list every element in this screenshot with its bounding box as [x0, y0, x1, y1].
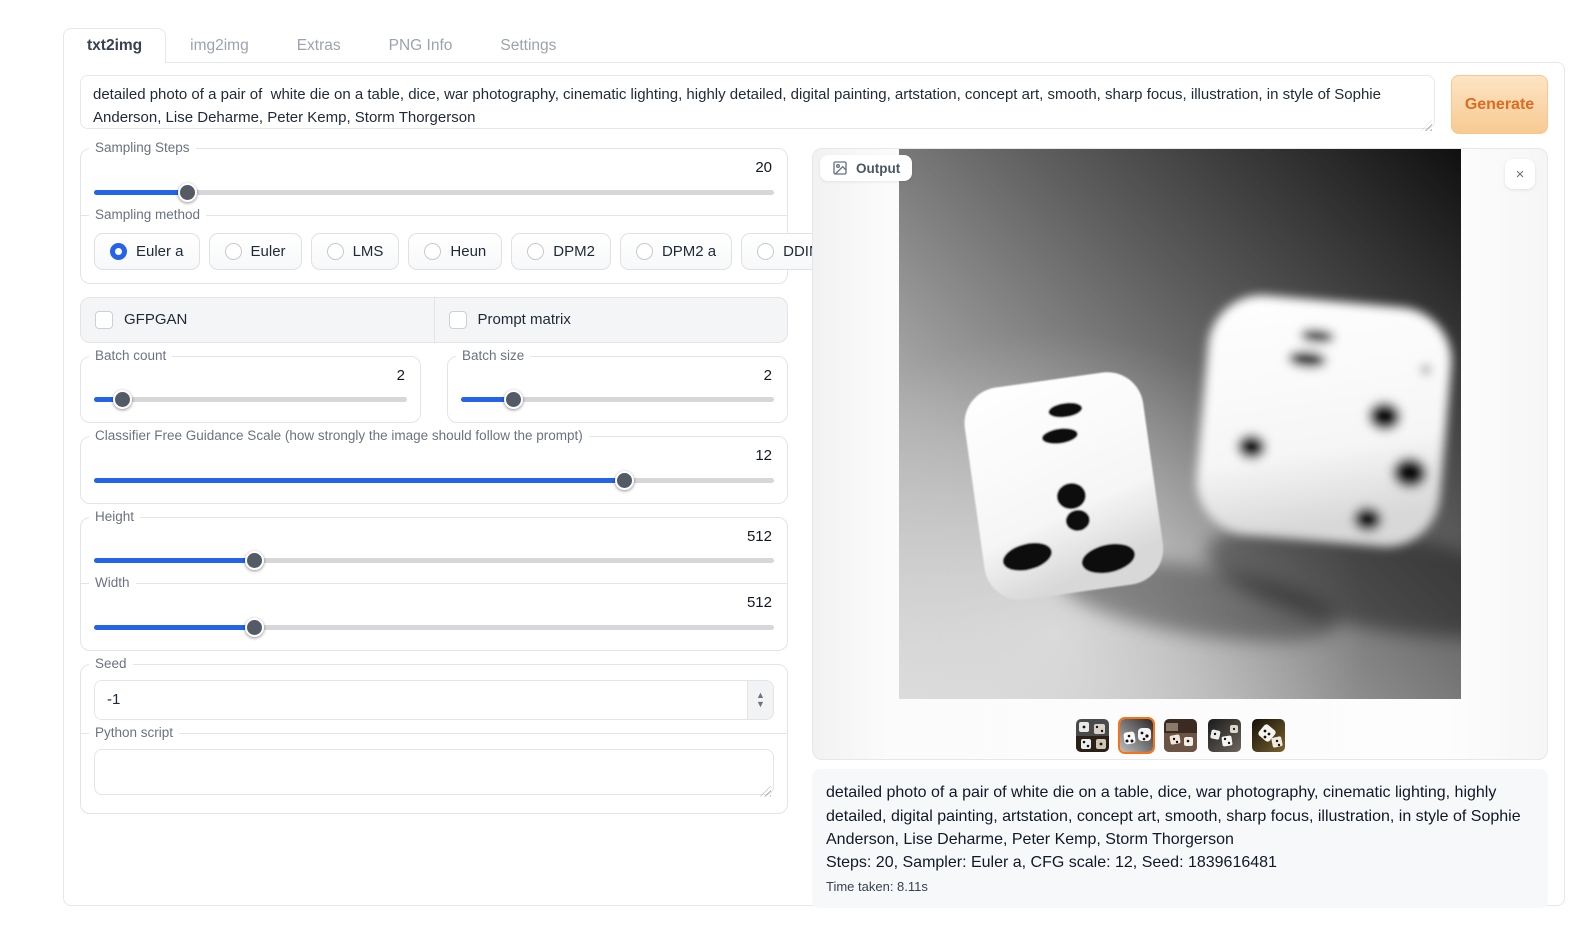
slider-knob[interactable]	[113, 390, 132, 409]
prompt-row: Generate	[80, 75, 1548, 134]
batch-size-value: 2	[461, 368, 772, 385]
app-window: txt2img img2img Extras PNG Info Settings…	[63, 25, 1565, 906]
seed-control: Seed ▲ ▼	[80, 664, 788, 734]
tab-txt2img[interactable]: txt2img	[63, 28, 166, 63]
radio-dpm2[interactable]: DPM2	[511, 233, 611, 270]
slider-knob[interactable]	[245, 618, 264, 637]
gfpgan-checkbox[interactable]: GFPGAN	[81, 298, 434, 342]
batch-count-control: Batch count 2	[80, 356, 421, 424]
output-prompt-text: detailed photo of a pair of white die on…	[826, 781, 1534, 852]
stepper-down-icon[interactable]: ▼	[756, 700, 765, 708]
slider-knob[interactable]	[615, 471, 634, 490]
tab-bar: txt2img img2img Extras PNG Info Settings	[63, 25, 1565, 62]
output-column: Output ×	[812, 148, 1548, 908]
output-panel-label: Output	[820, 155, 912, 181]
prompt-matrix-checkbox[interactable]: Prompt matrix	[434, 298, 788, 342]
width-slider[interactable]	[94, 618, 774, 637]
sampling-steps-control: Sampling Steps 20	[80, 148, 788, 216]
radio-euler[interactable]: Euler	[209, 233, 302, 270]
tab-img2img[interactable]: img2img	[166, 28, 273, 63]
radio-icon	[757, 243, 774, 260]
seed-label: Seed	[89, 656, 133, 671]
close-icon[interactable]: ×	[1505, 159, 1535, 189]
radio-icon	[424, 243, 441, 260]
prompt-matrix-label: Prompt matrix	[478, 311, 571, 328]
radio-label: Heun	[450, 243, 486, 260]
radio-label: LMS	[353, 243, 384, 260]
radio-icon	[527, 243, 544, 260]
sampling-steps-value: 20	[94, 160, 772, 177]
tab-extras[interactable]: Extras	[273, 28, 365, 63]
batch-size-slider[interactable]	[461, 390, 774, 409]
radio-label: DPM2	[553, 243, 595, 260]
radio-label: DPM2 a	[662, 243, 716, 260]
batch-count-slider[interactable]	[94, 390, 407, 409]
python-script-control: Python script	[80, 733, 788, 814]
output-params-text: Steps: 20, Sampler: Euler a, CFG scale: …	[826, 854, 1534, 872]
seed-stepper[interactable]: ▲ ▼	[747, 681, 773, 719]
batch-size-control: Batch size 2	[447, 356, 788, 424]
python-script-label: Python script	[89, 725, 179, 740]
slider-knob[interactable]	[178, 183, 197, 202]
sampling-steps-slider[interactable]	[94, 183, 774, 202]
radio-icon	[110, 243, 127, 260]
slider-knob[interactable]	[245, 551, 264, 570]
output-gallery: Output ×	[812, 148, 1548, 760]
settings-column: Sampling Steps 20 Sampling method Euler …	[80, 148, 788, 827]
tab-png-info[interactable]: PNG Info	[365, 28, 477, 63]
output-info-panel: detailed photo of a pair of white die on…	[812, 769, 1548, 908]
batch-count-label: Batch count	[89, 348, 172, 363]
thumbnail-strip	[813, 717, 1547, 754]
radio-euler-a[interactable]: Euler a	[94, 233, 200, 270]
cfg-scale-label: Classifier Free Guidance Scale (how stro…	[89, 428, 589, 443]
batch-size-label: Batch size	[456, 348, 530, 363]
output-label-text: Output	[856, 161, 900, 176]
height-label: Height	[89, 509, 140, 524]
radio-label: Euler	[251, 243, 286, 260]
slider-knob[interactable]	[504, 390, 523, 409]
sampling-method-control: Sampling method Euler a Euler LMS Heun D…	[80, 215, 788, 284]
thumbnail[interactable]	[1074, 717, 1111, 754]
image-icon	[832, 160, 848, 176]
generated-image[interactable]	[899, 149, 1461, 699]
txt2img-panel: Generate Sampling Steps 20 Sampling meth…	[63, 62, 1565, 906]
radio-icon	[327, 243, 344, 260]
generate-button[interactable]: Generate	[1451, 75, 1548, 134]
sampling-method-label: Sampling method	[89, 207, 206, 222]
thumbnail[interactable]	[1250, 717, 1287, 754]
radio-dpm2-a[interactable]: DPM2 a	[620, 233, 732, 270]
height-slider[interactable]	[94, 551, 774, 570]
checkbox-icon	[95, 311, 113, 329]
thumbnail[interactable]	[1118, 717, 1155, 754]
radio-icon	[225, 243, 242, 260]
radio-heun[interactable]: Heun	[408, 233, 502, 270]
output-time-taken: Time taken: 8.11s	[826, 879, 1534, 894]
width-value: 512	[94, 595, 772, 612]
radio-label: Euler a	[136, 243, 184, 260]
stepper-up-icon[interactable]: ▲	[756, 691, 765, 699]
checkbox-icon	[449, 311, 467, 329]
cfg-scale-slider[interactable]	[94, 471, 774, 490]
width-control: Width 512	[80, 583, 788, 651]
tab-settings[interactable]: Settings	[476, 28, 580, 63]
radio-lms[interactable]: LMS	[311, 233, 400, 270]
radio-icon	[636, 243, 653, 260]
thumbnail[interactable]	[1162, 717, 1199, 754]
cfg-scale-value: 12	[94, 448, 772, 465]
options-panel: GFPGAN Prompt matrix	[80, 297, 788, 343]
sampling-method-options: Euler a Euler LMS Heun DPM2 DPM2 a DDIM …	[94, 233, 774, 270]
seed-input[interactable]	[95, 681, 747, 719]
python-script-input[interactable]	[94, 749, 774, 795]
prompt-input[interactable]	[80, 75, 1435, 129]
thumbnail[interactable]	[1206, 717, 1243, 754]
gfpgan-label: GFPGAN	[124, 311, 187, 328]
batch-count-value: 2	[94, 368, 405, 385]
height-value: 512	[94, 529, 772, 546]
cfg-scale-control: Classifier Free Guidance Scale (how stro…	[80, 436, 788, 504]
width-label: Width	[89, 575, 136, 590]
sampling-steps-label: Sampling Steps	[89, 140, 196, 155]
height-control: Height 512	[80, 517, 788, 585]
